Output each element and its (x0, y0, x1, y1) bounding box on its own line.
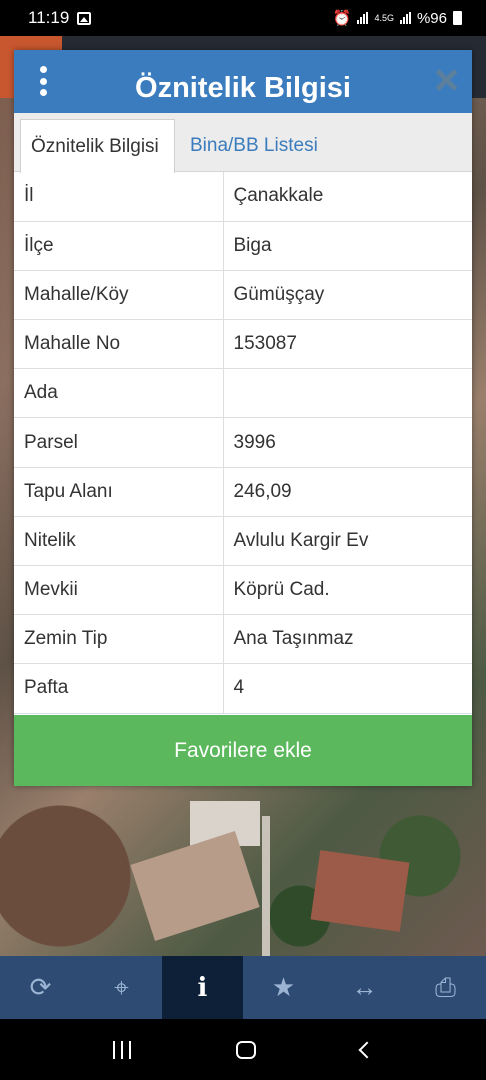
attribute-key: Pafta (14, 663, 224, 714)
attribute-key: İlçe (14, 221, 224, 271)
attribute-key: Nitelik (14, 516, 224, 567)
attribute-value: Avlulu Kargir Ev (223, 516, 472, 567)
dialog-title: Öznitelik Bilgisi (135, 72, 351, 104)
table-row: Nitelik Avlulu Kargir Ev (14, 516, 472, 567)
attribute-value: Köprü Cad. (223, 565, 472, 616)
attribute-key: Ada (14, 368, 224, 419)
attribute-value: Gümüşçay (223, 270, 472, 321)
attribute-value: Ana Taşınmaz (223, 614, 472, 665)
refresh-icon[interactable]: ⟳ (0, 956, 81, 1019)
tab-building-list[interactable]: Bina/BB Listesi (180, 119, 328, 173)
building (310, 850, 410, 932)
image-notification-icon (77, 11, 92, 25)
attribute-value (223, 368, 472, 419)
attribute-key: Parsel (14, 417, 224, 468)
home-icon[interactable] (235, 1040, 256, 1059)
attribute-key: Zemin Tip (14, 614, 224, 665)
attribute-value: 153087 (223, 319, 472, 370)
network-type: 4.5G (374, 13, 394, 23)
bottom-toolbar: ⟳ ⌖ i ★ ↔ ⎙ (0, 956, 486, 1019)
table-row: Mahalle No 153087 (14, 319, 472, 370)
battery-icon (453, 11, 462, 25)
attribute-dialog: Öznitelik Bilgisi Öznitelik Bilgisi Bina… (14, 50, 472, 786)
add-favorite-button[interactable]: Favorilere ekle (14, 715, 472, 786)
signal-icon-2 (399, 12, 411, 24)
table-row: Mevkii Köprü Cad. (14, 565, 472, 616)
back-icon[interactable] (358, 1041, 376, 1058)
measure-icon[interactable]: ↔ (324, 956, 405, 1019)
table-row: İl Çanakkale (14, 172, 472, 222)
table-row: İlçe Biga (14, 221, 472, 271)
status-bar: 11:19 ⏰ 4.5G %96 (0, 0, 486, 36)
locate-icon[interactable]: ⌖ (81, 956, 162, 1019)
signal-icon (357, 12, 369, 24)
tab-bar: Öznitelik Bilgisi Bina/BB Listesi (14, 113, 472, 173)
table-row: Mahalle/Köy Gümüşçay (14, 270, 472, 321)
battery-percent: %96 (416, 9, 447, 27)
table-row: Tapu Alanı 246,09 (14, 467, 472, 517)
info-icon[interactable]: i (162, 956, 243, 1019)
close-icon[interactable] (434, 68, 458, 92)
attribute-key: Mahalle/Köy (14, 270, 224, 321)
attribute-key: Mevkii (14, 565, 224, 616)
attribute-table: İl Çanakkale İlçe Biga Mahalle/Köy Gümüşçay Ma… (14, 172, 472, 714)
attribute-key: İl (14, 172, 224, 222)
tab-attribute-info[interactable]: Öznitelik Bilgisi (20, 119, 175, 173)
attribute-value: Çanakkale (223, 172, 472, 222)
system-nav-bar (0, 1019, 486, 1080)
attribute-key: Tapu Alanı (14, 467, 224, 517)
table-row: Zemin Tip Ana Taşınmaz (14, 614, 472, 665)
table-row: Pafta 4 (14, 663, 472, 714)
more-options-icon[interactable] (36, 66, 50, 96)
attribute-key: Mahalle No (14, 319, 224, 370)
attribute-value: 246,09 (223, 467, 472, 517)
building (130, 830, 260, 942)
clock: 11:19 (28, 8, 70, 27)
attribute-value: 4 (223, 663, 472, 714)
print-icon[interactable]: ⎙ (405, 956, 486, 1019)
alarm-icon: ⏰ (332, 10, 352, 27)
table-row: Parsel 3996 (14, 417, 472, 468)
attribute-value: Biga (223, 221, 472, 271)
attribute-value: 3996 (223, 417, 472, 468)
star-icon[interactable]: ★ (243, 956, 324, 1019)
recent-apps-icon[interactable] (112, 1040, 131, 1059)
table-row: Ada (14, 368, 472, 419)
dialog-header: Öznitelik Bilgisi (14, 50, 472, 113)
